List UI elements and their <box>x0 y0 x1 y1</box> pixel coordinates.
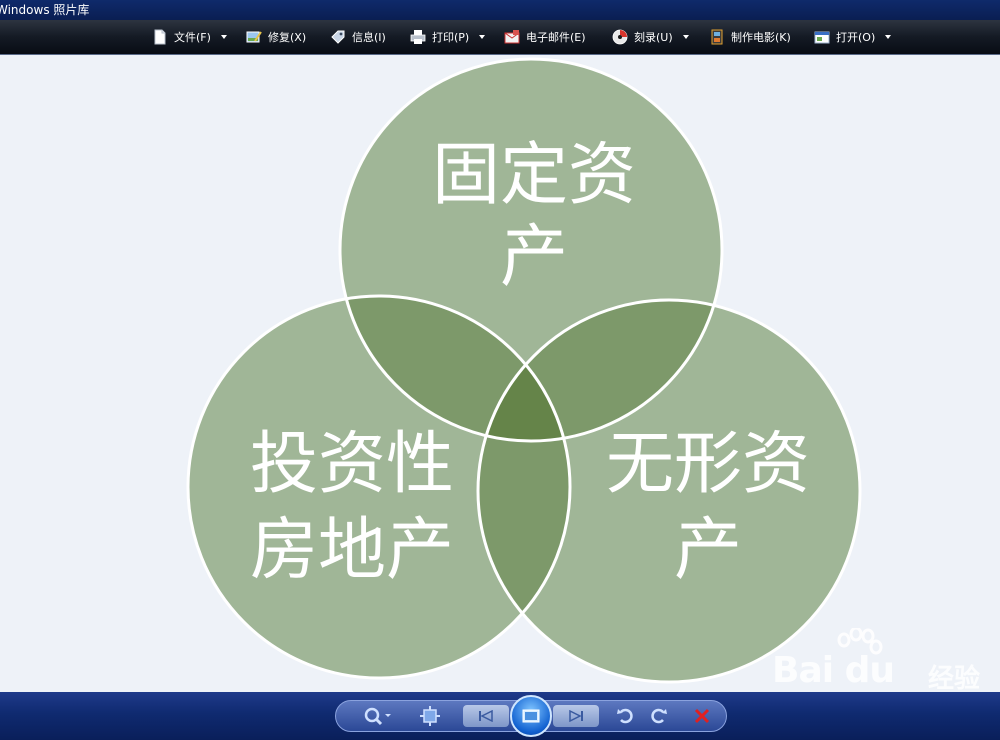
zoom-icon <box>364 707 391 726</box>
fixed-assets-label-line1: 固定资 <box>432 136 636 215</box>
investment-property-label-line2: 房地产 <box>250 511 454 590</box>
previous-icon <box>479 710 493 722</box>
burn-disc-icon <box>612 29 628 45</box>
rotate-left-button[interactable] <box>614 692 638 740</box>
previous-button[interactable] <box>462 692 510 740</box>
rotate-right-button[interactable] <box>646 692 670 740</box>
fix-button[interactable]: 修复(X) <box>246 20 306 54</box>
email-button[interactable]: 电子邮件(E) <box>504 20 586 54</box>
printer-icon <box>410 30 426 44</box>
intangible-assets-label-line1: 无形资 <box>606 425 810 504</box>
investment-property-label-line1: 投资性 <box>250 425 454 504</box>
delete-icon <box>694 708 710 724</box>
next-icon <box>569 710 583 722</box>
venn-diagram-image: 固定资 产 投资性 房地产 无形资 产 <box>0 55 1000 692</box>
open-window-icon <box>814 31 830 44</box>
burn-button[interactable]: 刻录(U) <box>612 20 689 54</box>
rotate-counterclockwise-icon <box>617 708 633 724</box>
chevron-down-icon <box>479 35 486 39</box>
chevron-down-icon <box>682 35 689 39</box>
email-icon <box>504 30 520 44</box>
make-movie-button[interactable]: 制作电影(K) <box>709 20 791 54</box>
fix-icon <box>246 31 262 43</box>
window-title: Windows 照片库 <box>0 3 90 17</box>
file-menu-button[interactable]: 文件(F) <box>152 20 227 54</box>
chevron-down-icon <box>220 35 227 39</box>
delete-button[interactable] <box>690 692 714 740</box>
toolbar: 文件(F) 修复(X) 信息(I) 打印(P) 电子邮件(E) 刻录(U) 制作… <box>0 20 1000 55</box>
next-button[interactable] <box>552 692 600 740</box>
open-button[interactable]: 打开(O) <box>814 20 892 54</box>
image-viewer: 固定资 产 投资性 房地产 无形资 产 <box>0 55 1000 692</box>
fit-icon <box>420 706 440 726</box>
zoom-button[interactable] <box>360 692 396 740</box>
film-icon <box>711 29 723 45</box>
intangible-assets-label-line2: 产 <box>674 511 742 590</box>
actual-size-button[interactable] <box>416 692 444 740</box>
bottom-control-bar <box>0 692 1000 740</box>
title-bar: Windows 照片库 <box>0 0 1000 20</box>
rotate-clockwise-icon <box>651 708 667 724</box>
print-button[interactable]: 打印(P) <box>410 20 486 54</box>
chevron-down-icon <box>885 35 892 39</box>
info-tag-icon <box>331 30 345 44</box>
fixed-assets-label-line2: 产 <box>500 218 568 297</box>
info-button[interactable]: 信息(I) <box>330 20 386 54</box>
slideshow-button[interactable] <box>508 692 554 740</box>
slideshow-icon <box>522 709 540 723</box>
file-icon <box>154 29 166 45</box>
